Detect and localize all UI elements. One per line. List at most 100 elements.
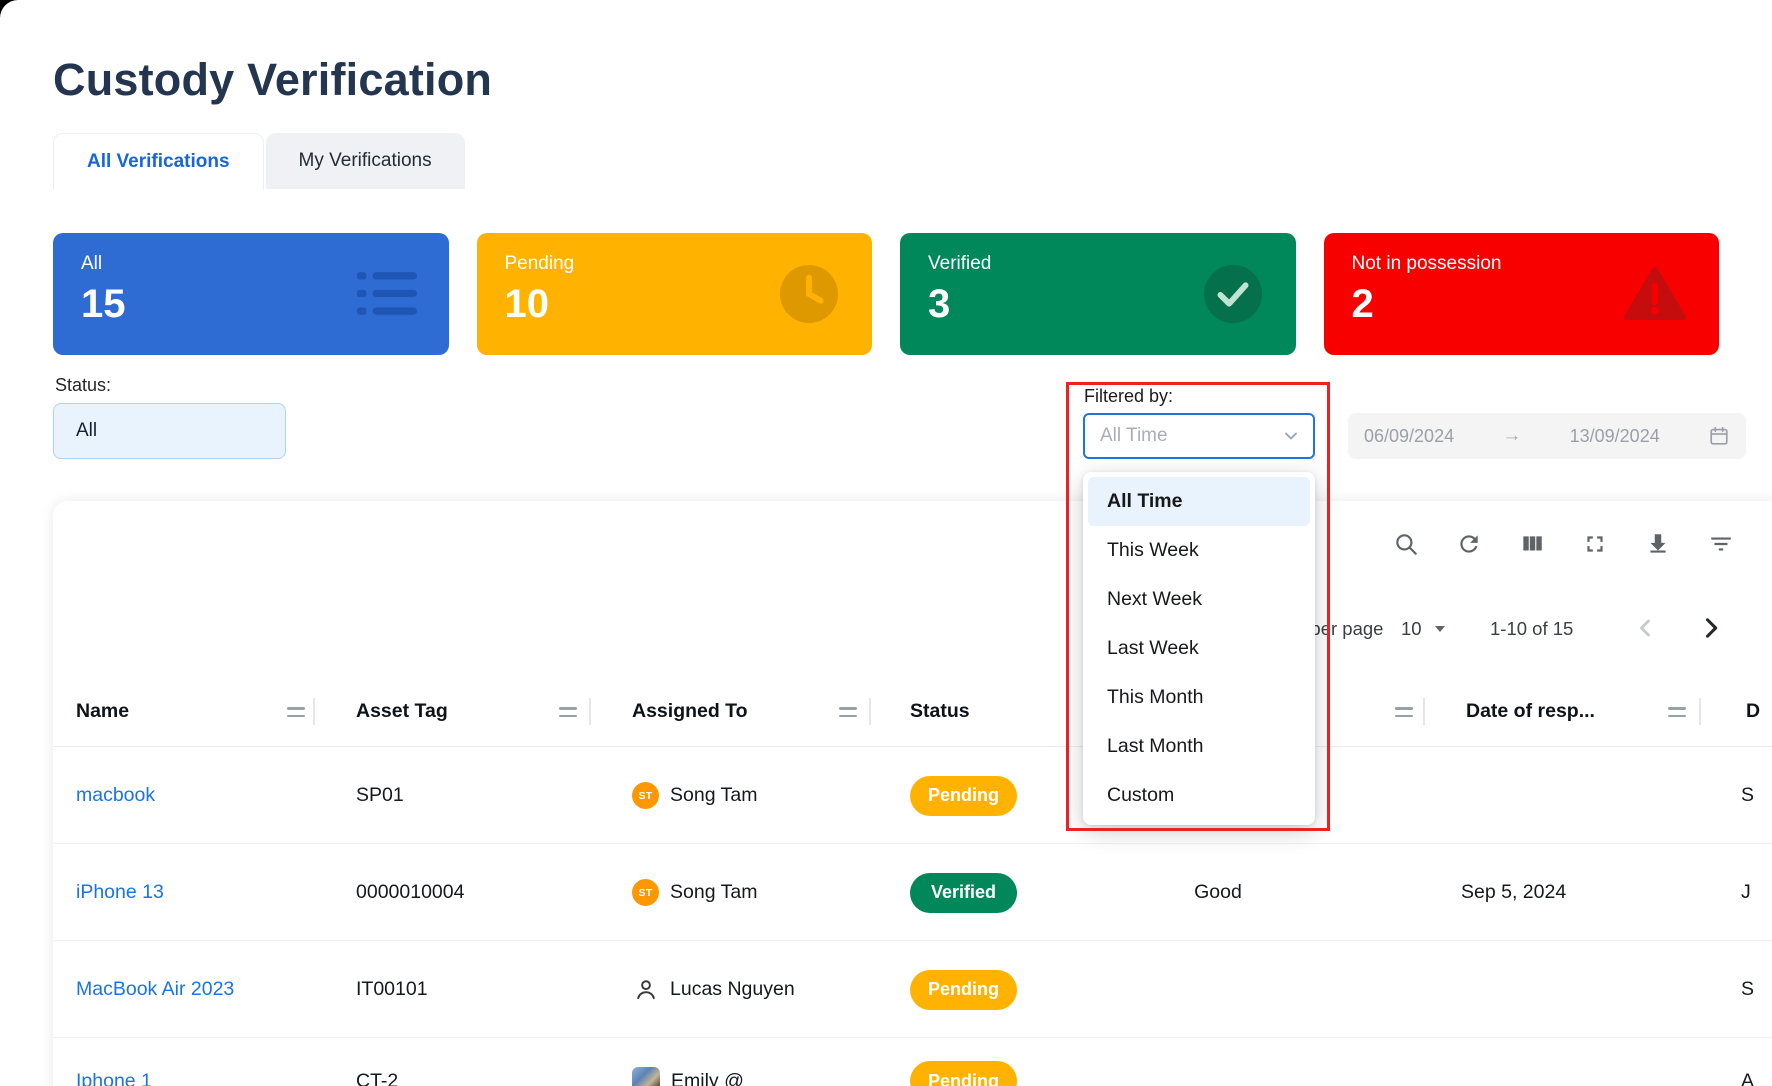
column-divider — [1423, 698, 1425, 725]
asset-tag-cell: IT00101 — [356, 941, 428, 1038]
column-divider — [589, 698, 591, 725]
stat-card-all[interactable]: All 15 — [53, 233, 449, 355]
menu-item-this-week[interactable]: This Week — [1083, 526, 1315, 575]
person-icon — [632, 976, 659, 1003]
truncated-cell: J — [1741, 844, 1751, 941]
list-icon — [357, 270, 417, 318]
table-row[interactable]: iPhone 13 0000010004 ST Song Tam Verifie… — [53, 844, 1772, 941]
asset-tag-cell: 0000010004 — [356, 844, 464, 941]
arrow-right-icon: → — [1502, 425, 1521, 447]
menu-item-last-week[interactable]: Last Week — [1083, 624, 1315, 673]
status-filter-value: All — [76, 420, 97, 442]
assigned-to-cell: ST Song Tam — [632, 747, 757, 844]
pagination-range: 1-10 of 15 — [1490, 618, 1573, 640]
drag-handle-icon[interactable] — [1395, 706, 1413, 718]
asset-tag-cell: SP01 — [356, 747, 404, 844]
asset-name-link[interactable]: Iphone 1 — [76, 1038, 152, 1086]
menu-item-last-month[interactable]: Last Month — [1083, 722, 1315, 771]
column-divider — [313, 698, 315, 725]
assigned-to-name: Lucas Nguyen — [670, 978, 795, 1001]
condition-cell: Good — [1163, 844, 1273, 941]
caret-down-icon[interactable] — [1435, 626, 1445, 632]
menu-item-next-week[interactable]: Next Week — [1083, 575, 1315, 624]
asset-tag-cell: CT-2 — [356, 1038, 398, 1086]
table-row[interactable]: Iphone 1 CT-2 Emily @ Pending A — [53, 1038, 1772, 1086]
verifications-table-card: Rows per page 10 1-10 of 15 Name Asset T… — [53, 501, 1772, 1086]
date-from-value[interactable]: 06/09/2024 — [1364, 426, 1454, 447]
asset-name-link[interactable]: macbook — [76, 747, 155, 844]
tab-bar: All Verifications My Verifications — [53, 133, 465, 189]
column-divider — [1699, 698, 1701, 725]
filtered-by-label: Filtered by: — [1084, 386, 1173, 407]
next-page-button[interactable] — [1697, 614, 1725, 642]
refresh-icon[interactable] — [1456, 531, 1482, 557]
stat-card-not-in-possession[interactable]: Not in possession 2 — [1324, 233, 1720, 355]
header-truncated[interactable]: D — [1746, 675, 1760, 747]
status-badge: Pending — [910, 970, 1017, 1010]
columns-icon[interactable] — [1519, 531, 1545, 557]
drag-handle-icon[interactable] — [839, 706, 857, 718]
avatar: ST — [632, 782, 659, 809]
column-divider — [869, 698, 871, 725]
filtered-by-dropdown-menu: All Time This Week Next Week Last Week T… — [1083, 472, 1315, 825]
chevron-down-icon — [1281, 426, 1301, 446]
calendar-icon[interactable] — [1708, 425, 1730, 447]
assigned-to-name: Emily @ — [671, 1070, 744, 1086]
filter-icon[interactable] — [1708, 531, 1734, 557]
status-cell: Verified — [910, 844, 1017, 941]
status-cell: Pending — [910, 747, 1017, 844]
stat-card-pending[interactable]: Pending 10 — [477, 233, 873, 355]
table-toolbar — [1393, 531, 1734, 557]
status-badge: Pending — [910, 1061, 1017, 1086]
status-badge: Pending — [910, 776, 1017, 816]
drag-handle-icon[interactable] — [1668, 706, 1686, 718]
drag-handle-icon[interactable] — [287, 706, 305, 718]
asset-name-link[interactable]: MacBook Air 2023 — [76, 941, 234, 1038]
table-row[interactable]: macbook SP01 ST Song Tam Pending S — [53, 747, 1772, 844]
warning-triangle-icon — [1623, 265, 1687, 323]
status-cell: Pending — [910, 1038, 1017, 1086]
rows-per-page-select[interactable]: 10 — [1401, 618, 1422, 640]
avatar: ST — [632, 879, 659, 906]
pagination-bar: Rows per page 10 1-10 of 15 — [53, 614, 1772, 646]
assigned-to-name: Song Tam — [670, 881, 757, 904]
menu-item-all-time[interactable]: All Time — [1088, 477, 1310, 526]
filtered-by-value: All Time — [1100, 425, 1168, 447]
status-badge: Verified — [910, 873, 1017, 913]
status-filter-select[interactable]: All — [53, 403, 286, 459]
header-asset-tag[interactable]: Asset Tag — [356, 675, 448, 747]
stat-cards: All 15 Pending 10 Verified — [53, 233, 1719, 355]
truncated-cell: S — [1741, 941, 1754, 1038]
tab-all-verifications[interactable]: All Verifications — [53, 133, 264, 189]
previous-page-button[interactable] — [1631, 614, 1659, 642]
menu-item-this-month[interactable]: This Month — [1083, 673, 1315, 722]
truncated-cell: A — [1741, 1038, 1754, 1086]
status-cell: Pending — [910, 941, 1017, 1038]
header-status[interactable]: Status — [910, 675, 970, 747]
assigned-to-cell: Emily @ — [632, 1038, 744, 1086]
assigned-to-cell: Lucas Nguyen — [632, 941, 795, 1038]
custody-verification-page: Custody Verification All Verifications M… — [0, 0, 1772, 1086]
page-title: Custody Verification — [53, 54, 492, 106]
drag-handle-icon[interactable] — [559, 706, 577, 718]
date-to-value[interactable]: 13/09/2024 — [1570, 426, 1660, 447]
check-circle-icon — [1202, 263, 1264, 325]
download-icon[interactable] — [1645, 531, 1671, 557]
clock-icon — [778, 263, 840, 325]
stat-card-verified[interactable]: Verified 3 — [900, 233, 1296, 355]
fullscreen-icon[interactable] — [1582, 531, 1608, 557]
table-row[interactable]: MacBook Air 2023 IT00101 Lucas Nguyen Pe… — [53, 941, 1772, 1038]
asset-name-link[interactable]: iPhone 13 — [76, 844, 164, 941]
filtered-by-select[interactable]: All Time — [1083, 413, 1315, 459]
header-assigned-to[interactable]: Assigned To — [632, 675, 748, 747]
search-icon[interactable] — [1393, 531, 1419, 557]
date-of-resp-cell: Sep 5, 2024 — [1461, 844, 1566, 941]
header-date-of-resp[interactable]: Date of resp... — [1466, 675, 1595, 747]
assigned-to-cell: ST Song Tam — [632, 844, 757, 941]
header-name[interactable]: Name — [76, 675, 129, 747]
menu-item-custom[interactable]: Custom — [1083, 771, 1315, 820]
truncated-cell: S — [1741, 747, 1754, 844]
date-range-picker[interactable]: 06/09/2024 → 13/09/2024 — [1348, 413, 1746, 459]
tab-my-verifications[interactable]: My Verifications — [266, 133, 465, 189]
table-header-row: Name Asset Tag Assigned To Status Date o… — [53, 675, 1772, 747]
